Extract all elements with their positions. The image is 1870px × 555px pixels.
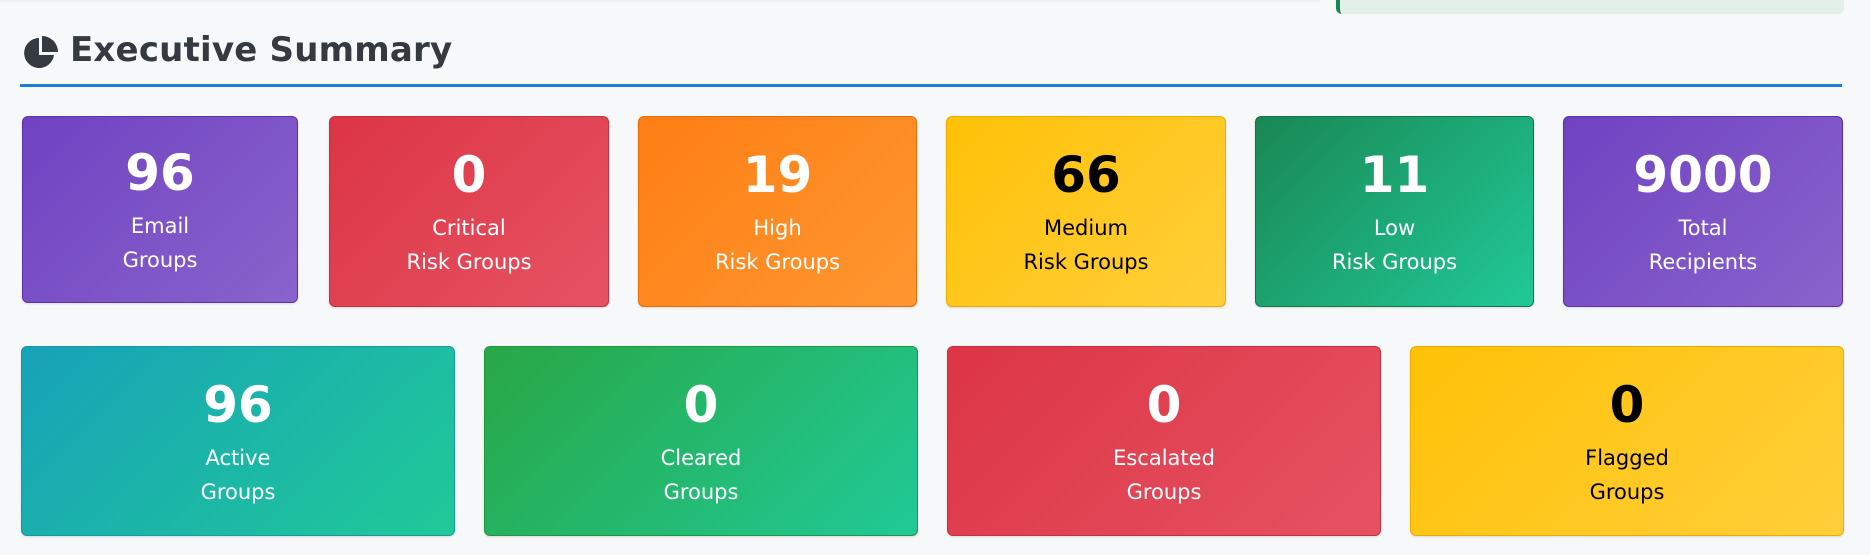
email-groups-value: 96 xyxy=(125,144,195,202)
flagged-groups-label-1: Flagged xyxy=(1585,446,1669,470)
critical-risk-label-2: Risk Groups xyxy=(406,250,532,274)
total-recipients-label-2: Recipients xyxy=(1648,250,1758,274)
low-risk-label-1: Low xyxy=(1373,216,1416,240)
section-header: Executive Summary xyxy=(20,28,1842,87)
page-title: Executive Summary xyxy=(70,30,453,70)
medium-risk-value: 66 xyxy=(1051,146,1121,204)
previous-green-panel xyxy=(1336,0,1844,14)
low-risk-card: 11 Low Risk Groups xyxy=(1255,116,1534,307)
previous-panel-edge xyxy=(0,0,1320,3)
flagged-groups-value: 0 xyxy=(1609,376,1645,434)
top-strip xyxy=(0,0,1870,14)
medium-risk-label-1: Medium xyxy=(1044,216,1128,240)
total-recipients-card: 9000 Total Recipients xyxy=(1563,116,1843,307)
active-groups-label-1: Active xyxy=(205,446,271,470)
escalated-groups-value: 0 xyxy=(1146,376,1182,434)
total-recipients-value: 9000 xyxy=(1633,146,1773,204)
escalated-groups-label-1: Escalated xyxy=(1113,446,1215,470)
critical-risk-card: 0 Critical Risk Groups xyxy=(329,116,609,307)
low-risk-value: 11 xyxy=(1359,146,1430,204)
email-groups-label-1: Email xyxy=(130,214,190,238)
high-risk-label-2: Risk Groups xyxy=(714,250,841,274)
medium-risk-label-2: Risk Groups xyxy=(1023,250,1149,274)
cleared-groups-card: 0 Cleared Groups xyxy=(484,346,918,536)
high-risk-value: 19 xyxy=(742,146,813,204)
escalated-groups-label-2: Groups xyxy=(1126,480,1202,504)
active-groups-label-2: Groups xyxy=(200,480,276,504)
cleared-groups-value: 0 xyxy=(683,376,719,434)
critical-risk-value: 0 xyxy=(451,146,487,204)
active-groups-card: 96 Active Groups xyxy=(21,346,455,536)
cleared-groups-label-1: Cleared xyxy=(660,446,742,470)
high-risk-label-1: High xyxy=(753,216,802,240)
low-risk-label-2: Risk Groups xyxy=(1331,250,1458,274)
cleared-groups-label-2: Groups xyxy=(663,480,739,504)
flagged-groups-label-2: Groups xyxy=(1589,480,1665,504)
pie-chart-icon xyxy=(24,36,58,68)
active-groups-value: 96 xyxy=(203,376,273,434)
email-groups-label-2: Groups xyxy=(122,248,198,272)
flagged-groups-card: 0 Flagged Groups xyxy=(1410,346,1844,536)
critical-risk-label-1: Critical xyxy=(432,216,506,240)
high-risk-card: 19 High Risk Groups xyxy=(638,116,917,307)
email-groups-card: 96 Email Groups xyxy=(22,116,298,303)
total-recipients-label-1: Total xyxy=(1678,216,1728,240)
medium-risk-card: 66 Medium Risk Groups xyxy=(946,116,1226,307)
escalated-groups-card: 0 Escalated Groups xyxy=(947,346,1381,536)
